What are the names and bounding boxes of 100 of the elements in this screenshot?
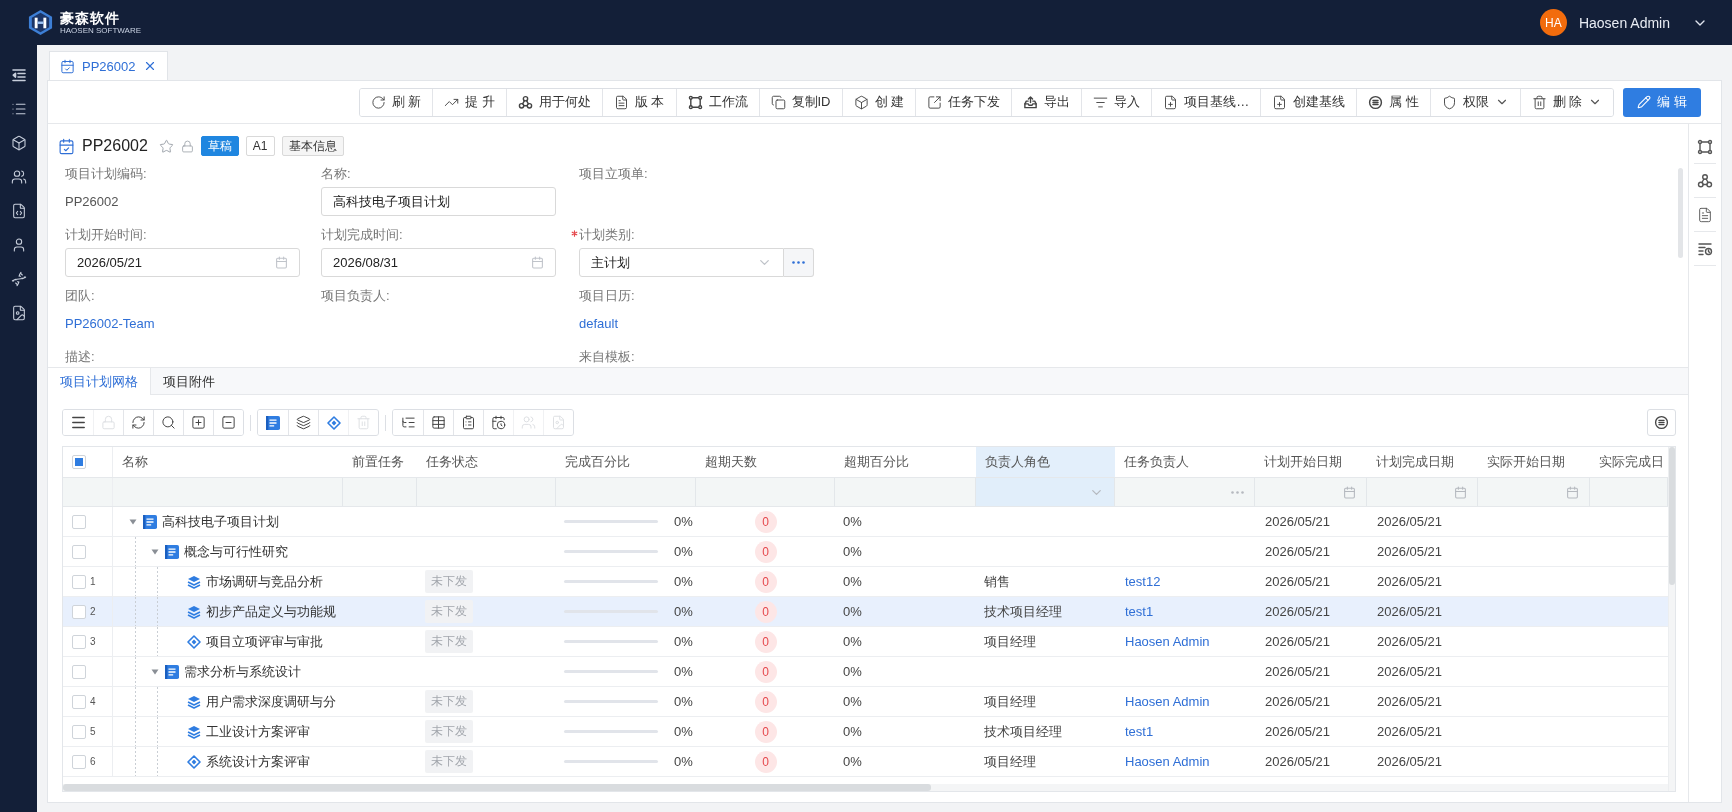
search-icon <box>161 415 176 430</box>
overdue-badge: 0 <box>754 720 777 743</box>
filter-field[interactable] <box>976 478 1115 506</box>
row-checkbox[interactable] <box>72 724 86 739</box>
table-row[interactable]: 5 工业设计方案评审 未下发 0% 0 0% 技术项目经理 test1 2026/05/21 2026/05/21 <box>63 717 1668 747</box>
date-input[interactable]: 2026/08/31 <box>321 248 556 277</box>
column-header[interactable]: 超期天数 <box>696 447 835 477</box>
users-icon[interactable] <box>10 168 27 185</box>
select-all-checkbox[interactable] <box>72 455 86 469</box>
field-link[interactable]: PP26002-Team <box>65 309 155 339</box>
upload-tray-icon <box>1023 94 1039 110</box>
column-header[interactable]: 计划开始日期 <box>1255 447 1367 477</box>
nodes-icon[interactable] <box>1697 172 1713 189</box>
field-label: 项目日历: <box>579 287 635 305</box>
image-file-icon[interactable] <box>10 304 27 321</box>
owner-link[interactable]: Haosen Admin <box>1125 634 1210 649</box>
list-button[interactable] <box>1647 409 1676 436</box>
row-checkbox[interactable] <box>72 544 86 559</box>
column-header[interactable]: 实际完成日 <box>1590 447 1668 477</box>
overdue-badge: 0 <box>754 750 777 773</box>
caret-icon[interactable] <box>151 548 159 555</box>
status-tag: 未下发 <box>425 600 473 623</box>
table-row[interactable]: 4 用户需求深度调研与分 未下发 0% 0 0% 项目经理 Haosen Admin 2026/05/21 2026/05/21 <box>63 687 1668 717</box>
square-nodes-icon[interactable] <box>1697 138 1713 155</box>
column-header[interactable]: 负责人角色 <box>976 447 1115 477</box>
owner-link[interactable]: test12 <box>1125 574 1161 589</box>
scrollbar[interactable] <box>1678 168 1683 258</box>
document-icon <box>613 94 629 110</box>
owner-link[interactable]: test1 <box>1125 604 1154 619</box>
column-header[interactable]: 完成百分比 <box>556 447 696 477</box>
table-row[interactable]: 6 系统设计方案评审 未下发 0% 0 0% 项目经理 Haosen Admin 2026/05/21 2026/05/21 <box>63 747 1668 777</box>
diamond-icon <box>326 415 341 430</box>
calendar-icon <box>531 256 544 269</box>
row-checkbox[interactable] <box>72 514 86 529</box>
table-cell: 销售 <box>984 572 1010 591</box>
row-checkbox[interactable] <box>72 634 86 649</box>
dna-icon[interactable] <box>10 270 27 287</box>
lock-icon <box>180 139 194 153</box>
row-checkbox[interactable] <box>72 574 86 589</box>
refresh-icon <box>131 415 146 430</box>
table-row[interactable]: 高科技电子项目计划 0% 0 0% 2026/05/21 2026/05/21 <box>63 507 1668 537</box>
progress-text: 0% <box>674 664 693 679</box>
table-row[interactable]: 2 初步产品定义与功能规 未下发 0% 0 0% 技术项目经理 test1 2026/05/21 2026/05/21 <box>63 597 1668 627</box>
section-tab[interactable]: 项目附件 <box>151 367 228 395</box>
collapse-menu-icon[interactable] <box>10 66 27 83</box>
record-title: PP26002 <box>82 137 148 155</box>
table-row[interactable]: 概念与可行性研究 0% 0 0% 2026/05/21 2026/05/21 <box>63 537 1668 567</box>
select-field[interactable]: 主计划 <box>579 248 784 277</box>
task-name: 工业设计方案评审 <box>206 722 310 741</box>
primary-button[interactable]: 编 辑 <box>1623 87 1701 117</box>
row-checkbox[interactable] <box>72 694 86 709</box>
column-header[interactable]: 超期百分比 <box>835 447 976 477</box>
progress-text: 0% <box>674 634 693 649</box>
table-cell: 2026/05/21 <box>1377 544 1443 559</box>
document-tab[interactable]: PP26002 <box>49 51 168 80</box>
logo-icon <box>27 9 54 36</box>
field-link[interactable]: default <box>579 309 619 339</box>
column-header[interactable]: 任务状态 <box>417 447 556 477</box>
menu-icon <box>69 414 87 431</box>
code-file-icon[interactable] <box>10 202 27 219</box>
toolbar-button[interactable]: 删 除 <box>1519 88 1614 116</box>
scrollbar[interactable] <box>63 784 931 791</box>
table-row[interactable]: 需求分析与系统设计 0% 0 0% 2026/05/21 2026/05/21 <box>63 657 1668 687</box>
plus-square-icon <box>191 415 206 430</box>
cube-icon <box>853 94 869 110</box>
date-input[interactable]: 2026/05/21 <box>65 248 300 277</box>
table-cell: 2026/05/21 <box>1265 544 1331 559</box>
owner-link[interactable]: Haosen Admin <box>1125 694 1210 709</box>
scrollbar[interactable] <box>1669 447 1675 585</box>
version-badge: A1 <box>245 136 275 156</box>
owner-link[interactable]: test1 <box>1125 724 1154 739</box>
star-icon[interactable] <box>158 138 174 154</box>
text-input[interactable]: 高科技电子项目计划 <box>321 187 556 216</box>
field-label: 计划开始时间: <box>65 226 147 244</box>
caret-icon[interactable] <box>151 668 159 675</box>
section-tab[interactable]: 项目计划网格 <box>48 367 151 395</box>
row-checkbox[interactable] <box>72 754 86 769</box>
column-header[interactable]: 前置任务 <box>343 447 417 477</box>
caret-icon[interactable] <box>129 518 137 525</box>
refresh-icon <box>370 94 386 110</box>
document-icon[interactable] <box>1697 206 1713 223</box>
logo-subtitle: HAOSEN SOFTWARE <box>60 26 142 35</box>
user-name[interactable]: Haosen Admin <box>1578 14 1670 31</box>
copy-icon <box>770 94 786 110</box>
row-checkbox[interactable] <box>72 604 86 619</box>
column-header[interactable]: 任务负责人 <box>1115 447 1255 477</box>
owner-link[interactable]: Haosen Admin <box>1125 754 1210 769</box>
task-name: 系统设计方案评审 <box>206 752 310 771</box>
filter-list-icon <box>1093 94 1109 110</box>
table-row[interactable]: 1 市场调研与竞品分析 未下发 0% 0 0% 销售 test12 2026/05/21 2026/05/21 <box>63 567 1668 597</box>
column-header[interactable]: 计划完成日期 <box>1367 447 1478 477</box>
list-clock-icon[interactable] <box>1697 240 1713 257</box>
overdue-badge: 0 <box>754 540 777 563</box>
table-cell: 2026/05/21 <box>1377 514 1443 529</box>
cube-icon[interactable] <box>10 134 27 151</box>
overdue-badge: 0 <box>754 510 777 533</box>
row-checkbox[interactable] <box>72 664 86 679</box>
column-header[interactable]: 名称 <box>113 447 343 477</box>
column-header[interactable]: 实际开始日期 <box>1478 447 1590 477</box>
table-row[interactable]: 3 项目立项评审与审批 未下发 0% 0 0% 项目经理 Haosen Admin 2026/05/21 2026/05/21 <box>63 627 1668 657</box>
